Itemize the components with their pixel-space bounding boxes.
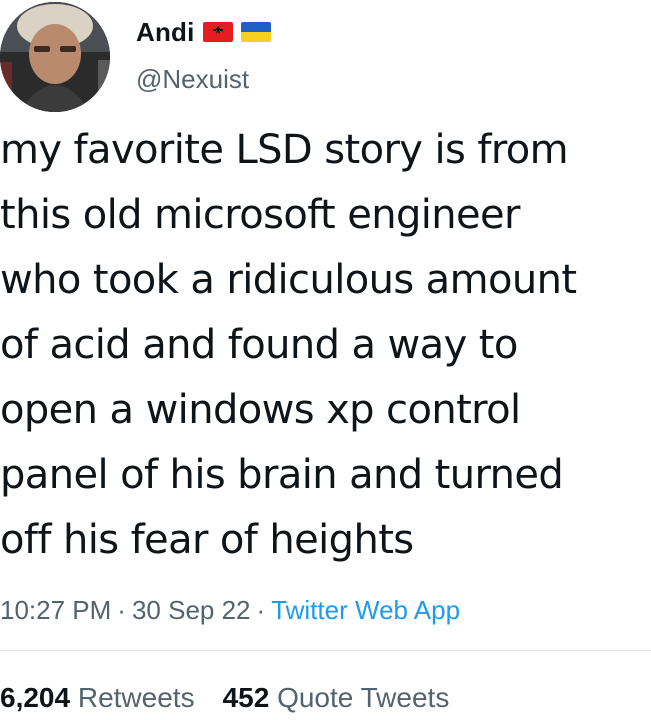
quote-tweets-count: 452 bbox=[222, 682, 270, 713]
tweet-date[interactable]: 30 Sep 22 bbox=[132, 595, 251, 625]
tweet-meta: 10:27 PM · 30 Sep 22 · Twitter Web App bbox=[0, 588, 460, 632]
avatar[interactable] bbox=[0, 2, 110, 112]
tweet-source-link[interactable]: Twitter Web App bbox=[271, 595, 460, 625]
ukraine-flag-icon bbox=[240, 22, 271, 42]
retweets-count: 6,204 bbox=[0, 682, 71, 713]
quote-tweets-stat[interactable]: 452 Quote Tweets bbox=[223, 682, 450, 713]
tweet-stats: 6,204 Retweets 452 Quote Tweets bbox=[0, 676, 449, 720]
author-handle[interactable]: @Nexuist bbox=[136, 64, 249, 95]
retweets-stat[interactable]: 6,204 Retweets bbox=[0, 682, 195, 713]
tweet-text: my favorite LSD story is from this old m… bbox=[0, 127, 577, 563]
albania-flag-icon bbox=[202, 22, 233, 42]
meta-separator: · bbox=[117, 595, 126, 625]
meta-separator: · bbox=[256, 595, 266, 625]
divider bbox=[0, 650, 651, 651]
quote-tweets-label: Quote Tweets bbox=[277, 682, 450, 713]
retweets-label: Retweets bbox=[77, 682, 195, 713]
author-name-row: Andi bbox=[136, 14, 271, 50]
tweet-time[interactable]: 10:27 PM bbox=[0, 595, 111, 625]
tweet-header: Andi @Nexuist bbox=[0, 0, 651, 120]
author-display-name[interactable]: Andi bbox=[136, 17, 195, 48]
avatar-photo-icon bbox=[0, 2, 110, 112]
